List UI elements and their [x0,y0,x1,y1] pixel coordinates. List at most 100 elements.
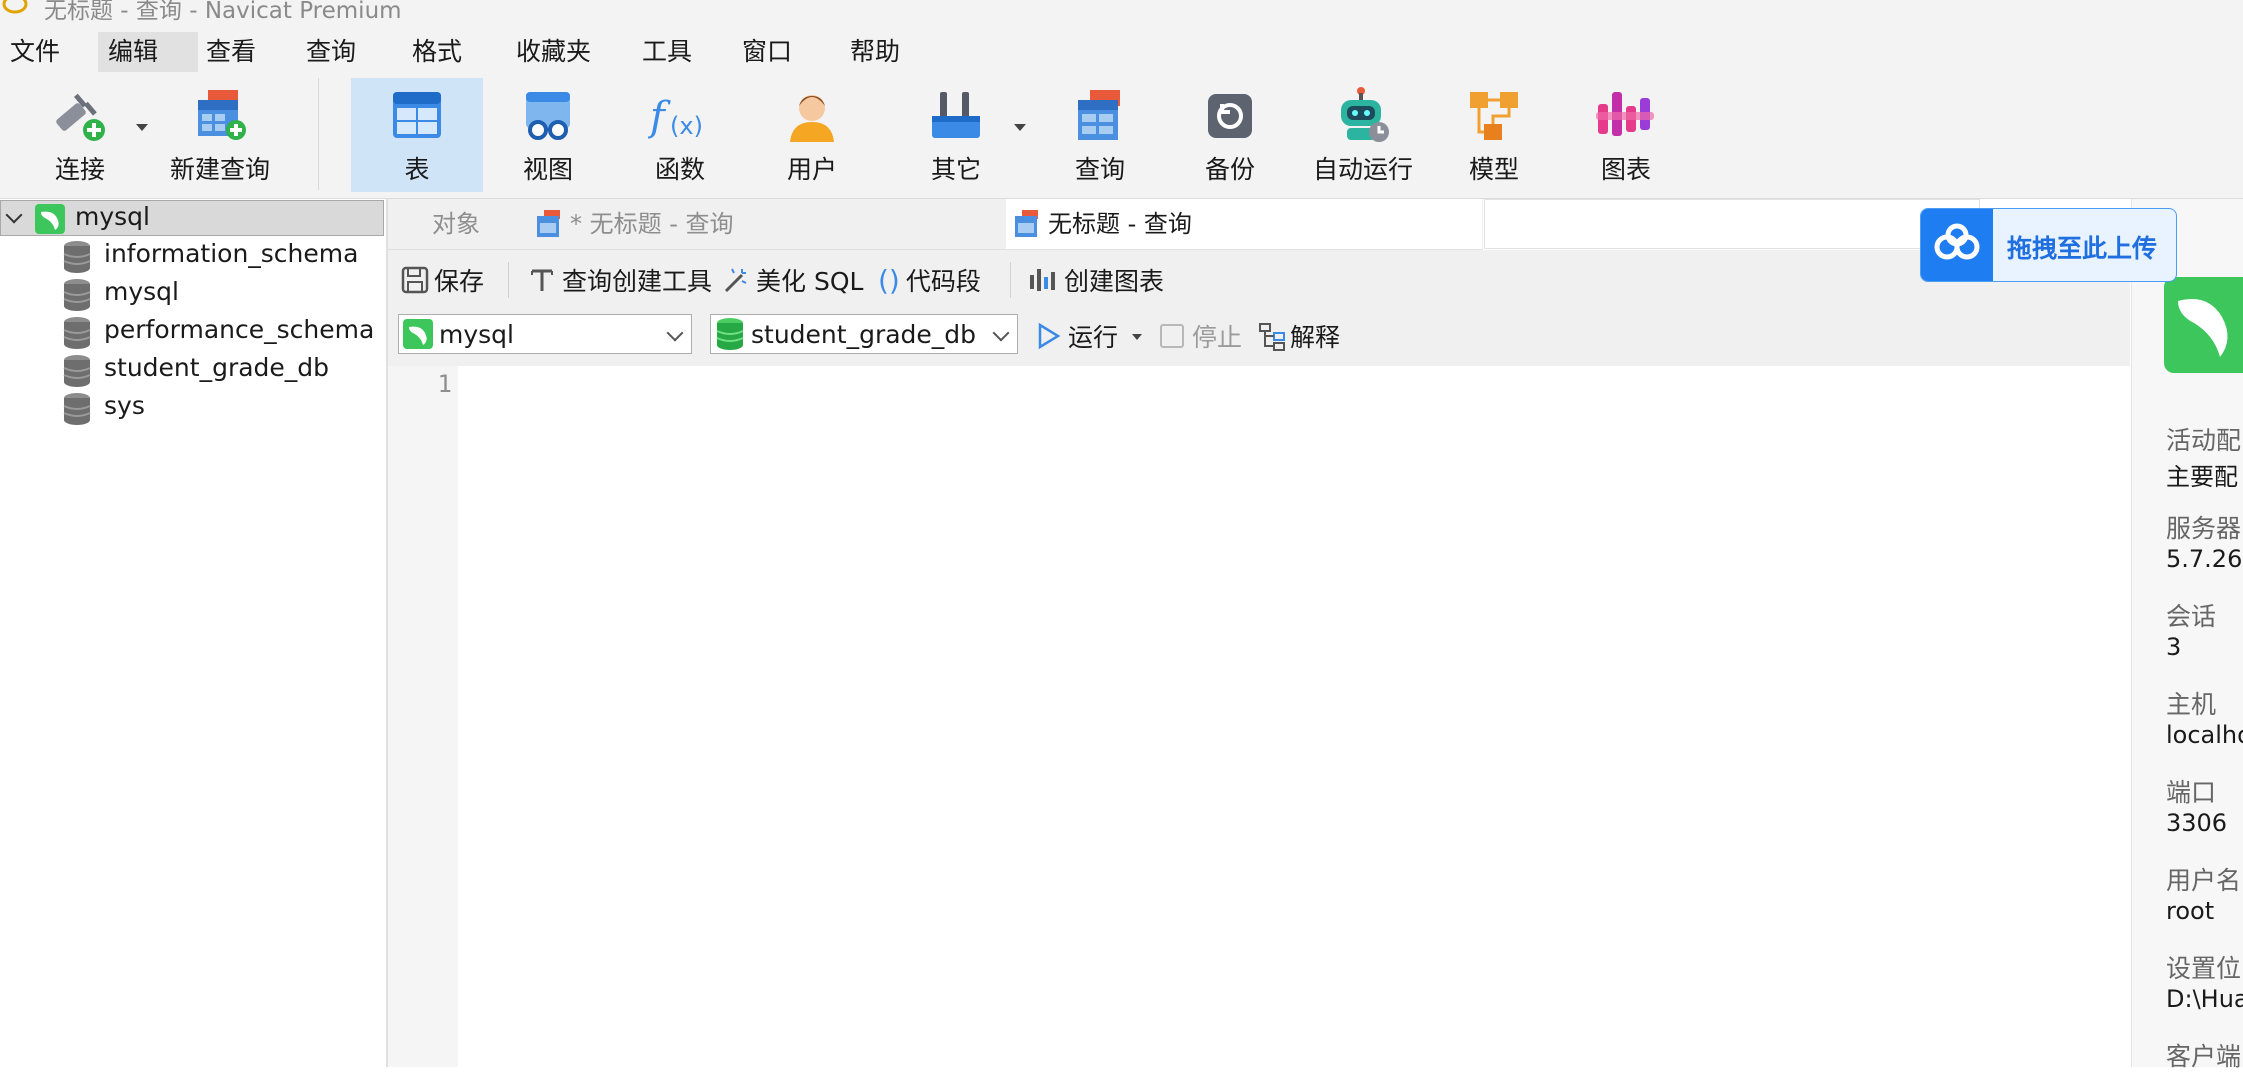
backup-label: 备份 [1204,155,1255,184]
table-button[interactable]: 表 [351,78,483,192]
menu-view[interactable]: 查看 [196,32,266,72]
query-toolbar: 保存 查询创建工具 美化 SQL () 代码段 创建图表 [388,250,2130,308]
plug-icon [56,93,105,141]
tree-db-student-grade-db[interactable]: student_grade_db [0,351,384,389]
chart-bars-icon [1030,269,1055,291]
tab-query-unsaved[interactable]: * 无标题 - 查询 [528,199,892,249]
other-dropdown-caret[interactable] [1014,124,1026,131]
play-icon [1038,322,1061,350]
search-input[interactable] [1484,199,1980,249]
view-button[interactable]: 视图 [502,78,594,192]
line-number: 1 [437,370,452,398]
svg-text:(x): (x) [670,112,703,140]
query-builder-button[interactable]: 查询创建工具 [528,260,712,300]
function-label: 函数 [654,155,705,184]
cloud-icon [1921,209,1993,281]
user-icon [790,95,834,142]
tab-query-unsaved-label: * 无标题 - 查询 [570,210,734,238]
create-chart-label: 创建图表 [1064,267,1165,296]
info-value-host: localho [2166,721,2243,749]
stop-label: 停止 [1192,323,1243,352]
model-label: 模型 [1468,155,1519,184]
menu-help[interactable]: 帮助 [840,32,910,72]
menu-tools[interactable]: 工具 [632,32,702,72]
tree-db-label: performance_schema [104,315,375,344]
model-button[interactable]: 模型 [1448,78,1540,192]
info-value-session: 3 [2166,633,2182,661]
parentheses-icon: () [878,263,900,297]
query-icon [1078,90,1120,140]
tab-query-active[interactable]: 无标题 - 查询 [1006,199,1482,249]
backup-icon [1208,94,1252,138]
model-icon [1470,92,1518,140]
tab-objects-label: 对象 [432,210,480,238]
sql-editor[interactable]: 1 [388,366,2130,1067]
chart-label: 图表 [1600,155,1651,184]
info-label-client: 客户端 [2166,1042,2242,1071]
tree-db-label: sys [104,391,145,420]
menu-format[interactable]: 格式 [402,32,472,72]
database-icon [63,279,91,311]
toolbar-divider [508,262,509,298]
upload-drop-zone[interactable]: 拖拽至此上传 [1920,208,2177,282]
info-label-profile: 活动配 [2166,426,2242,455]
stop-button[interactable]: 停止 [1160,316,1242,356]
tree-db-mysql[interactable]: mysql [0,275,384,313]
menu-edit[interactable]: 编辑 [98,32,198,72]
menu-query[interactable]: 查询 [296,32,366,72]
database-select[interactable]: student_grade_db [710,314,1018,354]
other-button[interactable]: 其它 [910,78,1002,192]
tree-connection-mysql[interactable]: mysql [0,200,384,236]
query-button[interactable]: 查询 [1054,78,1146,192]
info-value-settings: D:\Hua [2166,985,2243,1013]
query-tab-icon [537,210,560,237]
explain-label: 解释 [1290,323,1341,352]
stop-icon [1160,324,1184,348]
tree-db-label: information_schema [104,239,359,268]
chart-button[interactable]: 图表 [1580,78,1672,192]
run-button[interactable]: 运行 [1034,316,1118,356]
query-label: 查询 [1074,155,1125,184]
menu-bar: 文件 编辑 查看 查询 格式 收藏夹 工具 窗口 帮助 [0,22,2243,78]
code-snippet-label: 代码段 [905,267,981,296]
user-label: 用户 [786,155,837,184]
line-number-gutter: 1 [388,366,458,1067]
tree-db-information-schema[interactable]: information_schema [0,237,384,275]
tab-objects[interactable]: 对象 [388,199,524,249]
automation-button[interactable]: 自动运行 [1310,78,1416,192]
tools-icon [932,92,980,138]
database-select-value: student_grade_db [751,319,977,349]
explain-button[interactable]: 解释 [1258,316,1340,356]
backup-button[interactable]: 备份 [1184,78,1276,192]
save-button[interactable]: 保存 [400,260,484,300]
function-button[interactable]: f (x) 函数 [634,78,726,192]
connect-dropdown-caret[interactable] [136,124,148,131]
info-value-user: root [2166,897,2215,925]
selector-row: mysql student_grade_db 运行 停止 解释 [388,308,2130,366]
tree-db-label: mysql [104,277,179,306]
beautify-sql-button[interactable]: 美化 SQL [722,260,863,300]
connection-select[interactable]: mysql [398,314,692,354]
tree-db-performance-schema[interactable]: performance_schema [0,313,384,351]
mysql-dolphin-icon [2164,277,2243,373]
menu-window[interactable]: 窗口 [732,32,802,72]
info-value-profile: 主要配 [2166,463,2238,491]
new-query-button[interactable]: 新建查询 [168,78,272,192]
menu-favorites[interactable]: 收藏夹 [506,32,601,72]
code-snippet-button[interactable]: () 代码段 [878,260,981,300]
create-chart-button[interactable]: 创建图表 [1028,260,1164,300]
svg-text:f: f [648,94,671,140]
expand-chevron-icon[interactable] [5,206,23,224]
tree-db-sys[interactable]: sys [0,389,384,427]
run-dropdown-caret[interactable] [1132,334,1142,340]
tree-connection-label: mysql [75,202,150,231]
info-label-port: 端口 [2166,778,2217,807]
connect-button[interactable]: 连接 [30,78,130,192]
menu-file[interactable]: 文件 [0,32,70,72]
chevron-down-icon [992,324,1010,342]
view-icon [526,92,570,140]
user-button[interactable]: 用户 [766,78,858,192]
info-label-user: 用户名 [2166,866,2242,895]
info-label-session: 会话 [2166,602,2217,631]
function-icon: f (x) [648,94,703,140]
